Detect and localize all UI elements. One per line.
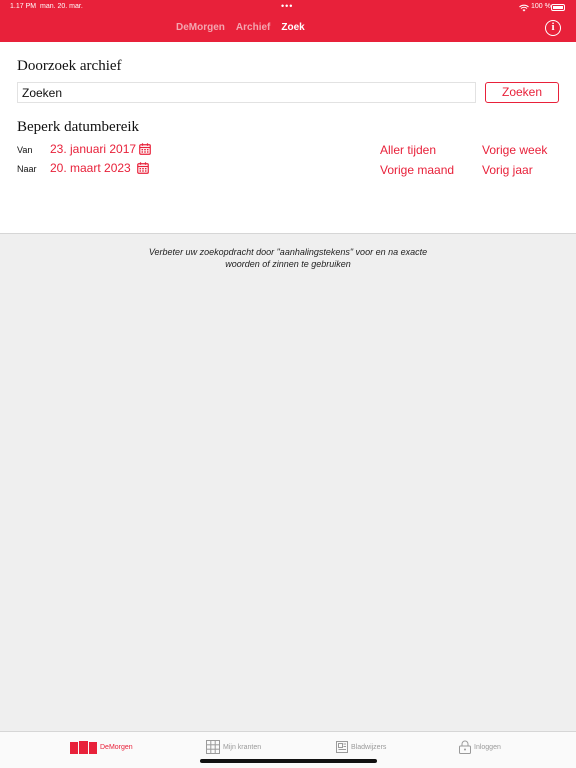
date-from-value[interactable]: 23. januari 2017: [50, 142, 136, 156]
date-from-label: Van: [17, 145, 33, 155]
quick-last-week[interactable]: Vorige week: [482, 143, 547, 157]
multitasking-dots[interactable]: •••: [281, 1, 293, 11]
info-icon[interactable]: i: [545, 20, 561, 36]
tabbar-label: DeMorgen: [100, 743, 133, 751]
calendar-icon[interactable]: [137, 162, 149, 174]
home-indicator[interactable]: [200, 759, 377, 763]
quick-last-year[interactable]: Vorig jaar: [482, 163, 533, 177]
tabbar-label: Mijn kranten: [223, 743, 262, 751]
date-to-value[interactable]: 20. maart 2023: [50, 161, 131, 175]
quick-all-time[interactable]: Aller tijden: [380, 143, 436, 157]
search-panel: Doorzoek archief Zoeken Beperk datumbere…: [0, 42, 576, 234]
tabbar-item-demorgen[interactable]: DeMorgen: [70, 740, 133, 754]
wifi-icon: [519, 4, 529, 12]
calendar-icon[interactable]: [139, 143, 151, 155]
date-to-label: Naar: [17, 164, 37, 174]
tabbar-item-bladwijzers[interactable]: Bladwijzers: [336, 740, 386, 754]
tab-zoek[interactable]: Zoek: [281, 22, 304, 33]
search-input[interactable]: [17, 82, 476, 103]
status-bar: 1.17 PM man. 20. mar. ••• 100 %: [0, 1, 576, 13]
newspaper-icon: [70, 740, 97, 754]
bookmarks-icon: [336, 741, 348, 753]
status-time: 1.17 PM: [10, 3, 37, 10]
tabbar-item-mijn-kranten[interactable]: Mijn kranten: [206, 740, 261, 754]
grid-icon: [206, 740, 220, 754]
battery-icon: [551, 4, 565, 11]
tabbar-label: Bladwijzers: [351, 743, 387, 751]
status-date: man. 20. mar.: [40, 3, 83, 10]
search-heading: Doorzoek archief: [17, 58, 122, 74]
tab-demorgen[interactable]: DeMorgen: [176, 22, 225, 33]
lock-icon: [459, 740, 471, 754]
tab-archief[interactable]: Archief: [236, 22, 270, 33]
tabbar-label: Inloggen: [474, 743, 501, 751]
quick-last-month[interactable]: Vorige maand: [380, 163, 454, 177]
top-bar: 1.17 PM man. 20. mar. ••• 100 % DeMorgen…: [0, 0, 576, 42]
search-hint: Verbeter uw zoekopdracht door "aanhaling…: [148, 247, 428, 269]
tabbar-item-inloggen[interactable]: Inloggen: [459, 740, 501, 754]
battery-percentage: 100 %: [531, 3, 551, 10]
search-button[interactable]: Zoeken: [485, 82, 559, 103]
top-nav-tabs: DeMorgen Archief Zoek: [176, 22, 305, 33]
date-range-heading: Beperk datumbereik: [17, 119, 140, 135]
